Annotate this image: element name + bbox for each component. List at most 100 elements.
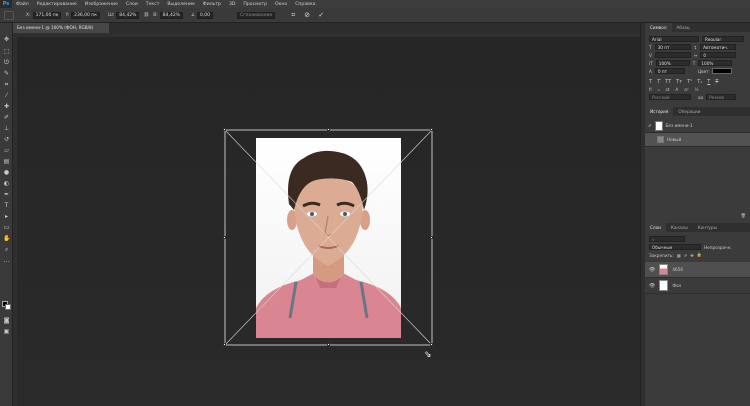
faux-bold-icon[interactable]: T <box>649 79 652 85</box>
menu-layers[interactable]: Слои <box>122 2 142 7</box>
menu-view[interactable]: Просмотр <box>239 2 271 7</box>
visibility-eye-icon[interactable]: 👁 <box>649 283 655 289</box>
layer-row-background[interactable]: 👁 Фон <box>645 278 750 294</box>
commit-icon[interactable]: ✓ <box>317 11 325 19</box>
stamp-tool-icon[interactable]: ⊥ <box>3 126 10 132</box>
lock-paint-icon[interactable]: ✐ <box>684 253 688 258</box>
stylistic-icon[interactable]: st <box>666 87 670 92</box>
menu-help[interactable]: Справка <box>291 2 319 7</box>
portrait-photo[interactable] <box>256 138 401 338</box>
ligature-icon[interactable]: fi <box>649 87 652 92</box>
menu-type[interactable]: Текст <box>142 2 164 7</box>
move-tool-preset-icon[interactable] <box>4 10 14 20</box>
height-input[interactable]: 84,42% <box>159 11 183 19</box>
tab-character[interactable]: Символ <box>645 23 672 32</box>
document-tab[interactable]: Без имени-1 @ 100% (ФОН, RGB/8) <box>13 23 109 33</box>
tab-layers[interactable]: Слои <box>645 223 666 232</box>
transform-handle-top-left[interactable] <box>223 128 226 131</box>
blur-tool-icon[interactable]: ● <box>3 170 10 176</box>
screen-mode-icon[interactable]: ▣ <box>3 329 10 335</box>
layer-name-photo[interactable]: 4656 <box>672 267 683 272</box>
background-color-swatch[interactable] <box>5 304 11 310</box>
tracking-input[interactable]: 0 <box>700 52 737 58</box>
eraser-tool-icon[interactable]: ▱ <box>3 148 10 154</box>
subscript-icon[interactable]: T₁ <box>697 79 702 85</box>
lock-pixels-icon[interactable]: ▦ <box>677 253 681 258</box>
lock-all-icon[interactable]: 🔒 <box>697 252 702 258</box>
leading-input[interactable]: Автоматич. <box>700 44 737 50</box>
vertical-scale-input[interactable]: 100% <box>655 60 690 66</box>
all-caps-icon[interactable]: TT <box>665 79 671 85</box>
move-tool-icon[interactable]: ✥ <box>3 37 10 43</box>
width-input[interactable]: 84,42% <box>116 11 140 19</box>
ruler-vertical[interactable] <box>13 33 17 406</box>
transform-handle-top-right[interactable] <box>430 128 433 131</box>
tab-channels[interactable]: Каналы <box>666 223 693 232</box>
menu-select[interactable]: Выделение <box>163 2 198 7</box>
dodge-tool-icon[interactable]: ◐ <box>3 181 10 187</box>
kerning-input[interactable] <box>654 52 691 58</box>
underline-icon[interactable]: T <box>707 79 710 85</box>
text-color-swatch[interactable] <box>711 68 732 74</box>
transform-handle-bottom[interactable] <box>327 343 330 346</box>
lasso-tool-icon[interactable]: ᘎ <box>3 60 10 66</box>
more-tools-icon[interactable]: … <box>3 258 10 264</box>
menu-window[interactable]: Окно <box>271 2 291 7</box>
language-select[interactable]: Русский <box>649 94 691 100</box>
eyedropper-tool-icon[interactable]: ⁄ <box>3 93 10 99</box>
menu-3d[interactable]: 3D <box>225 2 239 7</box>
anti-alias-select[interactable]: Резкое <box>706 94 737 100</box>
zoom-tool-icon[interactable]: ⌕ <box>3 247 10 253</box>
menu-filter[interactable]: Фильтр <box>199 2 225 7</box>
history-brush-tool-icon[interactable]: ↺ <box>3 137 10 143</box>
photoshop-logo[interactable]: Ps <box>0 0 12 8</box>
x-input[interactable]: 171,00 пк <box>32 11 62 19</box>
menu-image[interactable]: Изображение <box>81 2 122 7</box>
font-family-select[interactable]: Arial <box>649 36 699 42</box>
y-input[interactable]: 236,00 пк <box>71 11 100 19</box>
type-tool-icon[interactable]: T <box>3 203 10 209</box>
pen-tool-icon[interactable]: ✒ <box>3 192 10 198</box>
transform-handle-bottom-left[interactable] <box>223 343 226 346</box>
horizontal-scale-input[interactable]: 100% <box>698 60 733 66</box>
shape-tool-icon[interactable]: ▭ <box>3 225 10 231</box>
menu-edit[interactable]: Редактирование <box>33 2 81 7</box>
superscript-icon[interactable]: T¹ <box>687 79 692 85</box>
faux-italic-icon[interactable]: T <box>657 79 660 85</box>
crop-tool-icon[interactable]: ⌗ <box>3 82 10 88</box>
tab-paragraph[interactable]: Абзац <box>672 23 695 32</box>
layer-name-background[interactable]: Фон <box>672 283 681 288</box>
ordinal-icon[interactable]: aᵃ <box>684 87 688 92</box>
small-caps-icon[interactable]: Tт <box>676 79 682 85</box>
titling-icon[interactable]: A <box>675 87 678 92</box>
history-state[interactable]: Новый <box>645 133 750 147</box>
visibility-eye-icon[interactable]: 👁 <box>649 267 655 273</box>
cancel-icon[interactable]: ⊘ <box>303 11 311 19</box>
warp-icon[interactable]: ⌗ <box>289 11 297 19</box>
fractions-icon[interactable]: ½ <box>695 87 699 92</box>
transform-handle-bottom-right[interactable] <box>430 343 433 346</box>
transform-handle-top[interactable] <box>327 128 330 131</box>
marquee-tool-icon[interactable]: ⬚ <box>3 49 10 55</box>
brush-tool-icon[interactable]: ✐ <box>3 115 10 121</box>
interpolation-select[interactable]: Сглаживание <box>237 11 276 19</box>
layer-row-photo[interactable]: 👁 4656 <box>645 262 750 278</box>
hand-tool-icon[interactable]: ✋ <box>3 236 10 242</box>
healing-tool-icon[interactable]: ✚ <box>3 104 10 110</box>
gradient-tool-icon[interactable]: ▤ <box>3 159 10 165</box>
tab-paths[interactable]: Контуры <box>693 223 722 232</box>
strikethrough-icon[interactable]: T <box>715 79 718 85</box>
blend-mode-select[interactable]: Обычные <box>649 244 701 250</box>
path-select-tool-icon[interactable]: ▸ <box>3 214 10 220</box>
menu-file[interactable]: Файл <box>12 2 33 7</box>
angle-input[interactable]: 0,00 <box>197 11 214 19</box>
ruler-horizontal[interactable] <box>13 33 640 37</box>
tab-actions[interactable]: Операции <box>673 107 705 116</box>
baseline-input[interactable]: 0 пт <box>654 68 685 74</box>
font-size-input[interactable]: 30 пт <box>654 44 691 50</box>
link-icon[interactable]: ⛓ <box>143 13 149 18</box>
font-style-select[interactable]: Regular <box>702 36 744 42</box>
layer-filter-select[interactable]: ⌕ <box>649 236 685 242</box>
transform-handle-left[interactable] <box>223 236 226 239</box>
delete-state-icon[interactable]: 🗑 <box>741 213 746 218</box>
